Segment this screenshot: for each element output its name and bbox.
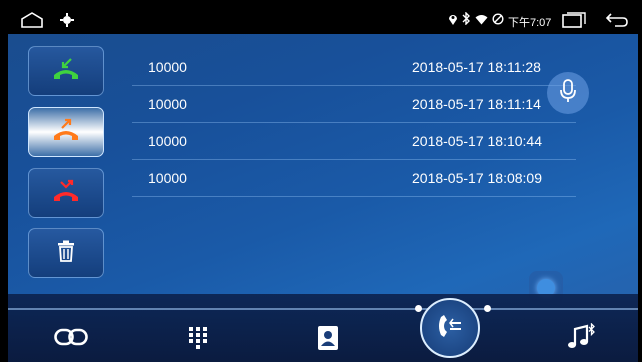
nav-bluetooth-music-button[interactable] <box>562 321 602 356</box>
nav-divider <box>8 308 638 310</box>
call-received-icon <box>51 57 81 86</box>
call-log-row[interactable]: 10000 2018-05-17 18:08:09 <box>132 160 576 197</box>
bluetooth-music-icon <box>567 321 597 356</box>
back-icon[interactable] <box>605 12 629 33</box>
recent-apps-icon[interactable] <box>562 12 586 33</box>
call-log-row[interactable]: 10000 2018-05-17 18:11:28 <box>132 49 576 86</box>
nav-dot-left <box>415 305 422 312</box>
bluetooth-icon <box>462 11 471 30</box>
call-time: 2018-05-17 18:08:09 <box>412 170 542 186</box>
nav-call-log-button[interactable] <box>420 298 480 358</box>
received-calls-button[interactable] <box>28 46 104 96</box>
nav-link-button[interactable] <box>46 324 96 354</box>
wifi-icon <box>475 12 488 30</box>
missed-calls-button[interactable] <box>28 168 104 218</box>
call-number: 10000 <box>148 96 187 112</box>
no-sim-icon <box>492 12 504 30</box>
home-icon[interactable] <box>20 12 44 33</box>
dialed-calls-button[interactable] <box>28 107 104 157</box>
call-number: 10000 <box>148 170 187 186</box>
call-log-list: 10000 2018-05-17 18:11:28 10000 2018-05-… <box>132 49 576 197</box>
call-number: 10000 <box>148 59 187 75</box>
microphone-icon <box>560 78 576 108</box>
location-icon <box>448 12 458 30</box>
call-time: 2018-05-17 18:10:44 <box>412 133 542 149</box>
dialpad-icon <box>187 325 209 356</box>
nav-dot-right <box>484 305 491 312</box>
bottom-nav <box>8 294 638 362</box>
call-log-icon <box>437 313 463 344</box>
clock: 下午7:07 <box>508 17 552 29</box>
call-missed-icon <box>51 179 81 208</box>
status-icons <box>448 11 504 30</box>
nav-dialpad-button[interactable] <box>178 324 218 356</box>
trash-icon <box>57 240 75 267</box>
call-time: 2018-05-17 18:11:14 <box>412 96 541 112</box>
call-log-row[interactable]: 10000 2018-05-17 18:10:44 <box>132 123 576 160</box>
call-outgoing-icon <box>51 118 81 147</box>
status-bar: 下午7:07 <box>8 6 638 34</box>
call-time: 2018-05-17 18:11:28 <box>412 59 541 75</box>
contacts-icon <box>317 325 339 356</box>
delete-button[interactable] <box>28 228 104 278</box>
notification-icon <box>60 13 74 32</box>
call-log-row[interactable]: 10000 2018-05-17 18:11:14 <box>132 86 576 123</box>
voice-assistant-button[interactable] <box>547 72 589 114</box>
call-number: 10000 <box>148 133 187 149</box>
phone-screen: 下午7:07 10000 2018-05-17 18:11:28 10000 2… <box>8 6 638 362</box>
link-icon <box>54 328 88 351</box>
nav-contacts-button[interactable] <box>308 324 348 356</box>
